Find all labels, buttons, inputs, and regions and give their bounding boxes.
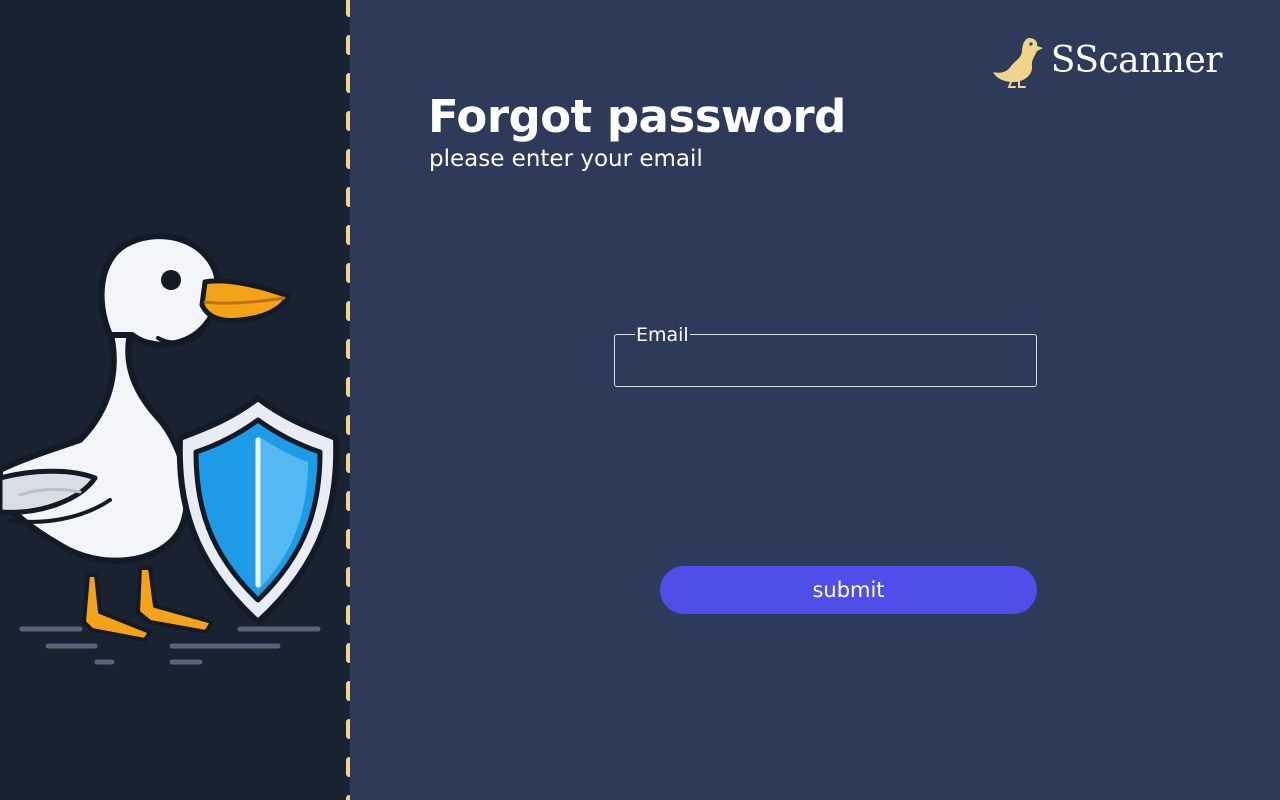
email-field[interactable]: Email xyxy=(614,324,1037,387)
brand-logo[interactable]: SScanner xyxy=(991,34,1223,88)
brand-name: SScanner xyxy=(1050,40,1223,81)
page-title: Forgot password xyxy=(428,90,846,143)
email-label: Email xyxy=(635,324,690,347)
duck-icon xyxy=(992,38,1043,88)
illustration-panel xyxy=(0,0,350,800)
submit-button[interactable]: submit xyxy=(660,566,1037,614)
ground-lines xyxy=(19,626,321,665)
shield-icon xyxy=(176,395,340,625)
duck-head xyxy=(98,233,222,348)
duck-with-shield-illustration xyxy=(0,233,340,665)
duck-feet xyxy=(82,566,214,642)
form-panel: SScanner Forgot password please enter yo… xyxy=(350,0,1280,800)
duck-eye xyxy=(161,270,181,290)
duck-body xyxy=(0,322,191,564)
page-subtitle: please enter your email xyxy=(429,146,703,172)
